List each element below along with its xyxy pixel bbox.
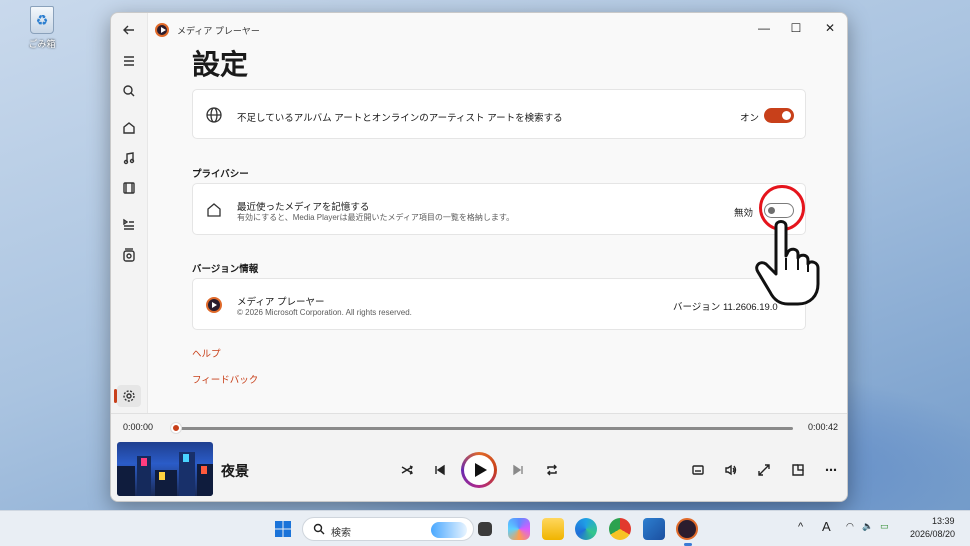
remember-media-state: 無効	[734, 208, 754, 219]
seek-thumb[interactable]	[171, 423, 181, 433]
playlist-icon[interactable]	[117, 244, 141, 266]
nav-rail	[111, 13, 147, 413]
next-icon[interactable]	[507, 459, 529, 481]
search-icon	[313, 523, 325, 535]
version-app-name: メディア プレーヤー	[237, 297, 325, 308]
media-player-logo-icon	[205, 296, 223, 314]
subtitles-icon[interactable]	[687, 459, 709, 481]
ime-indicator[interactable]: A	[822, 519, 831, 534]
video-icon[interactable]	[117, 177, 141, 199]
window-title: メディア プレーヤー	[177, 26, 260, 36]
wifi-icon[interactable]: ◠	[846, 521, 854, 532]
remember-media-description: 有効にすると、Media Playerは最近開いたメディア項目の一覧を格納します…	[237, 213, 515, 222]
repeat-icon[interactable]	[541, 459, 563, 481]
remember-media-label: 最近使ったメディアを記憶する	[237, 202, 370, 213]
start-icon[interactable]	[272, 518, 294, 540]
clock-date[interactable]: 2026/08/20	[910, 529, 955, 539]
settings-content: 設定 不足しているアルバム アートとオンラインのアーティスト アートを検索する …	[147, 13, 847, 413]
home-icon	[205, 201, 223, 219]
album-art-state: オン	[740, 113, 760, 124]
shuffle-icon[interactable]	[396, 459, 418, 481]
minimize-button[interactable]: —	[749, 17, 779, 39]
chevron-up-icon[interactable]: ^	[798, 521, 803, 533]
seek-bar[interactable]	[175, 427, 793, 430]
version-card[interactable]: メディア プレーヤー © 2026 Microsoft Corporation.…	[192, 278, 806, 330]
queue-icon[interactable]	[117, 213, 141, 235]
media-player-taskbar-icon[interactable]	[676, 518, 698, 540]
remember-media-setting-card: 最近使ったメディアを記憶する 有効にすると、Media Playerは最近開いた…	[192, 183, 806, 235]
pointer-hand-icon	[755, 220, 820, 306]
store-icon[interactable]	[643, 518, 665, 540]
close-button[interactable]: ✕	[815, 17, 845, 39]
task-view-icon[interactable]	[478, 522, 492, 536]
file-explorer-icon[interactable]	[542, 518, 564, 540]
feedback-link[interactable]: フィードバック	[192, 372, 258, 386]
settings-icon[interactable]	[117, 385, 141, 407]
help-link[interactable]: ヘルプ	[192, 346, 221, 360]
copilot-icon[interactable]	[508, 518, 530, 540]
play-button[interactable]	[461, 452, 497, 488]
title-bar: メディア プレーヤー — ☐ ✕	[111, 13, 847, 45]
recycle-bin-icon: ♻	[30, 6, 54, 34]
music-icon[interactable]	[117, 147, 141, 169]
recycle-bin[interactable]: ♻ ごみ箱	[22, 6, 62, 50]
speaker-icon[interactable]: 🔈	[862, 521, 873, 532]
miniplayer-icon[interactable]	[787, 459, 809, 481]
globe-icon	[205, 106, 223, 124]
album-art-thumbnail[interactable]	[117, 442, 213, 496]
taskbar-search[interactable]: 検索	[302, 517, 474, 541]
album-art-label: 不足しているアルバム アートとオンラインのアーティスト アートを検索する	[237, 113, 563, 124]
track-title: 夜景	[221, 463, 249, 479]
page-title: 設定	[192, 49, 249, 80]
search-icon[interactable]	[117, 80, 141, 102]
version-copyright: © 2026 Microsoft Corporation. All rights…	[237, 308, 412, 317]
taskbar: 検索 ^ A ◠ 🔈 ▭ 13:39 2026/08/20	[0, 510, 970, 546]
previous-icon[interactable]	[429, 459, 451, 481]
recycle-bin-label: ごみ箱	[28, 39, 56, 49]
media-player-app-icon	[155, 23, 169, 37]
chrome-icon[interactable]	[609, 518, 631, 540]
taskbar-search-placeholder: 検索	[331, 528, 351, 539]
volume-icon[interactable]	[720, 459, 742, 481]
media-player-window: 設定 不足しているアルバム アートとオンラインのアーティスト アートを検索する …	[110, 12, 848, 502]
duration-time: 0:00:42	[808, 422, 839, 432]
elapsed-time: 0:00:00	[123, 422, 154, 432]
back-icon[interactable]	[117, 19, 141, 41]
privacy-heading: プライバシー	[192, 169, 249, 180]
album-art-toggle[interactable]	[764, 108, 794, 123]
fullscreen-icon[interactable]	[753, 459, 775, 481]
version-heading: バージョン情報	[192, 264, 259, 275]
edge-icon[interactable]	[575, 518, 597, 540]
album-art-setting-card: 不足しているアルバム アートとオンラインのアーティスト アートを検索する オン	[192, 89, 806, 139]
search-highlight-icon	[431, 522, 467, 538]
player-bar: 0:00:00 0:00:42 夜景 ⋯	[111, 413, 847, 501]
maximize-button[interactable]: ☐	[781, 17, 811, 39]
more-options-icon[interactable]: ⋯	[820, 459, 842, 481]
battery-icon[interactable]: ▭	[880, 521, 889, 532]
home-icon[interactable]	[117, 117, 141, 139]
menu-icon[interactable]	[117, 50, 141, 72]
clock-time[interactable]: 13:39	[932, 516, 955, 526]
